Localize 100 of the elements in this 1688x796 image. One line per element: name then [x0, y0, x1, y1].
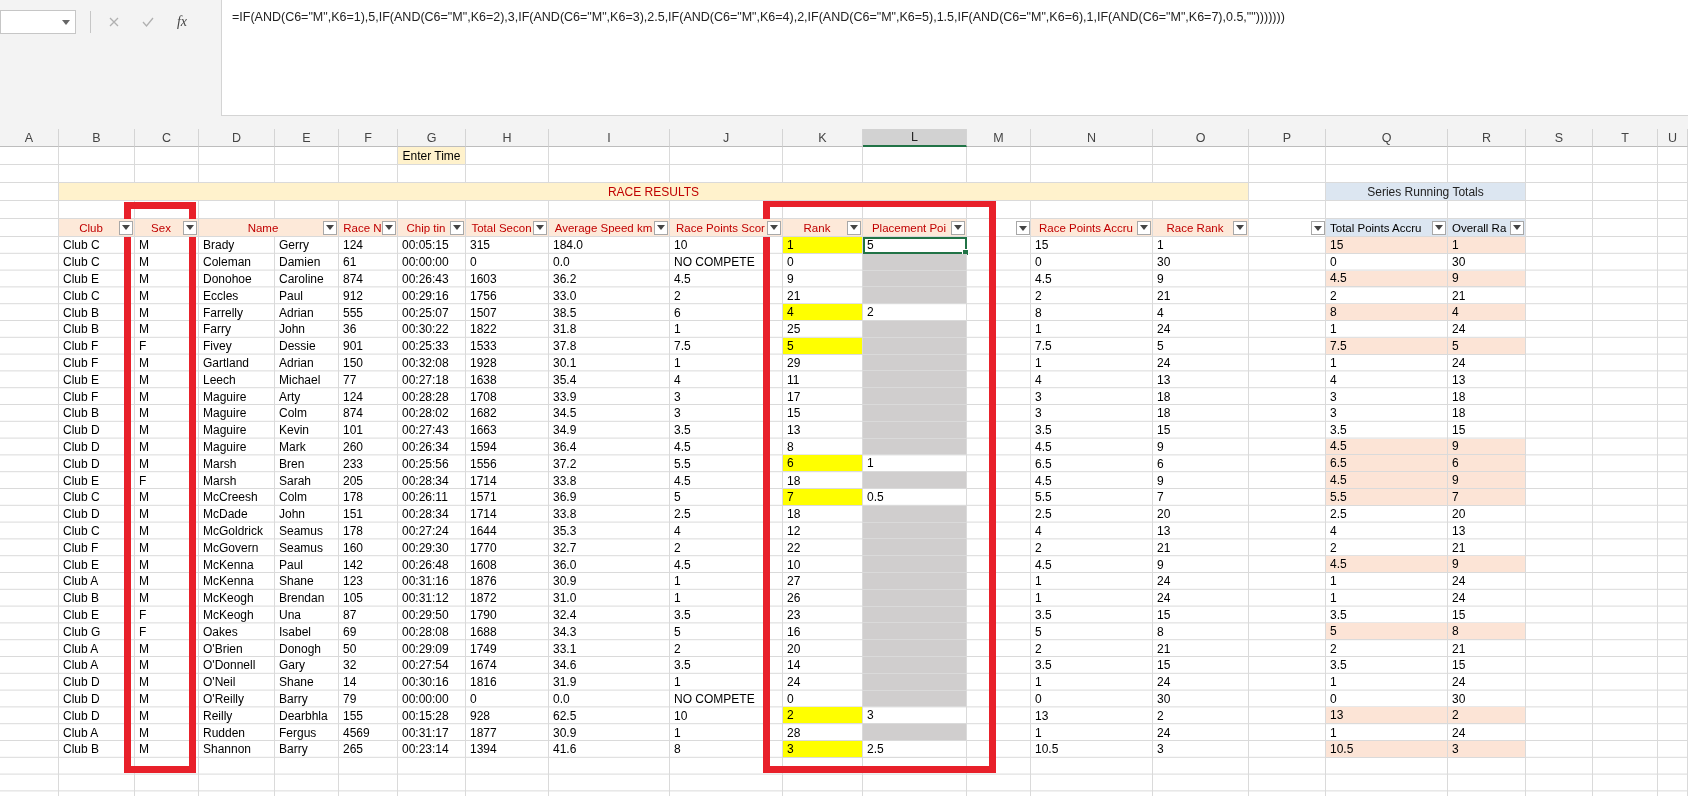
column-title: Race Rank [1165, 221, 1225, 234]
accrued-cell-text: 24 [1156, 573, 1172, 590]
filter-button[interactable] [951, 220, 965, 235]
column-letter[interactable]: C [135, 129, 199, 147]
total-cell: 13 [1326, 707, 1448, 725]
column-letter[interactable]: J [670, 129, 783, 147]
first-name-cell-text: Gerry [278, 237, 310, 254]
accrued-cell-text: 1 [1034, 724, 1043, 741]
column-letter[interactable]: F [339, 129, 398, 147]
filter-button[interactable] [1311, 221, 1325, 235]
club-cell-text: Club A [62, 640, 100, 657]
column-letter[interactable]: H [466, 129, 549, 147]
column-letter[interactable]: S [1526, 129, 1593, 147]
filter-button[interactable] [450, 220, 464, 235]
total-seconds-cell-text: 1876 [469, 573, 498, 590]
first-name-cell-text: Barry [278, 741, 309, 758]
accrued-cell-text: 30 [1156, 254, 1172, 271]
column-letter[interactable]: P [1249, 129, 1326, 147]
column-letter[interactable]: N [1031, 129, 1153, 147]
accrued-cell-text: 9 [1156, 271, 1165, 288]
first-name-cell-text: Arty [278, 388, 302, 405]
filter-button[interactable] [1137, 220, 1151, 235]
sex-cell-text: M [138, 741, 150, 758]
filter-button[interactable] [119, 220, 133, 235]
accrued-cell-text: 18 [1156, 388, 1172, 405]
column-letter[interactable]: O [1153, 129, 1249, 147]
column-letter[interactable]: B [59, 129, 135, 147]
filter-button[interactable] [183, 220, 197, 235]
speed-cell-text: 34.5 [552, 405, 578, 422]
total-cell-text: 2.5 [1329, 506, 1348, 523]
club-cell-text: Club E [62, 472, 101, 489]
filter-button[interactable] [1510, 220, 1524, 235]
total-cell-text: 20 [1451, 506, 1467, 523]
race-points-cell-text: 4 [673, 522, 682, 540]
first-name-cell-text: Caroline [278, 271, 325, 288]
total-seconds-cell-text: 1816 [469, 674, 498, 691]
speed-cell-text: 184.0 [552, 237, 585, 254]
total-seconds-cell-text: 1756 [469, 287, 498, 305]
filter-button[interactable] [533, 220, 547, 235]
total-cell-text: 15 [1451, 657, 1467, 674]
total-seconds-cell-text: 1770 [469, 539, 498, 557]
rank-cell-text: 18 [786, 472, 802, 489]
surname-cell-text: McDade [202, 506, 249, 523]
column-letter[interactable]: K [783, 129, 863, 147]
race-points-cell-text: NO COMPETE [673, 254, 756, 271]
total-seconds-cell-text: 1507 [469, 304, 498, 321]
chip-time-cell-text: 00:26:43 [401, 271, 450, 288]
column-letter[interactable]: A [0, 129, 59, 147]
first-name-cell-text: John [278, 321, 307, 338]
sex-cell-text: F [138, 472, 148, 489]
column-letter[interactable]: E [275, 129, 339, 147]
column-letter[interactable]: U [1658, 129, 1688, 147]
total-cell-text: 3.5 [1329, 606, 1348, 624]
column-letter[interactable]: I [549, 129, 670, 147]
filter-button[interactable] [767, 220, 781, 235]
race-number-cell-text: 155 [342, 707, 365, 725]
accrued-cell-text: 1 [1034, 573, 1043, 590]
rank-cell-text: 20 [786, 640, 802, 657]
race-number-cell-text: 160 [342, 539, 365, 557]
column-letter[interactable]: G [398, 129, 466, 147]
filter-button[interactable] [847, 220, 861, 235]
first-name-cell-text: Mark [278, 438, 307, 456]
total-seconds-cell-text: 1556 [469, 455, 498, 473]
formula-field[interactable]: =IF(AND(C6="M",K6=1),5,IF(AND(C6="M",K6=2),3,IF(AND(C6="M",K6=3),2.5,IF(AND(C6="M",K6=4),2,IF(AND(C6="M",K6=5),1.5,IF(AND(C6="M",K6=6),1,IF(AND(C6="M",K6=7),0.5,""))))))) [221, 0, 1688, 116]
accrued-cell-text: 4 [1034, 522, 1043, 540]
filter-button[interactable] [382, 220, 396, 235]
filter-button[interactable] [1016, 221, 1030, 235]
accrued-cell-text: 5 [1156, 338, 1165, 355]
column-letter[interactable]: R [1448, 129, 1526, 147]
first-name-cell-text: Bren [278, 455, 306, 473]
column-letter[interactable]: T [1593, 129, 1658, 147]
column-title: Total Secon [470, 221, 533, 234]
filter-button[interactable] [323, 220, 337, 235]
filter-button[interactable] [654, 220, 668, 235]
insert-function-button[interactable]: fx [171, 10, 193, 34]
chip-time-cell-text: 00:31:16 [401, 573, 450, 590]
first-name-cell-text: John [278, 506, 307, 523]
accrued-cell-text: 8 [1034, 304, 1043, 321]
accrued-cell-text: 21 [1156, 287, 1172, 305]
speed-cell-text: 34.3 [552, 623, 578, 641]
column-letter[interactable]: M [967, 129, 1031, 147]
filter-button[interactable] [1432, 220, 1446, 235]
club-cell-text: Club C [62, 287, 101, 305]
surname-cell-text: Fivey [202, 338, 233, 355]
surname-cell-text: Marsh [202, 472, 238, 489]
rank-cell: 1 [783, 237, 863, 254]
rank-cell-text: 28 [786, 724, 802, 741]
column-letter[interactable]: L [863, 129, 967, 147]
total-cell-text: 24 [1451, 354, 1467, 372]
race-points-cell-text: 4 [673, 371, 682, 389]
total-cell-text: 3 [1329, 388, 1338, 405]
filter-button[interactable] [1233, 220, 1247, 235]
sex-cell-text: M [138, 371, 150, 389]
column-letter[interactable]: Q [1326, 129, 1448, 147]
chip-time-cell-text: 00:26:48 [401, 556, 450, 573]
race-number-cell-text: 50 [342, 640, 358, 657]
column-letter[interactable]: D [199, 129, 275, 147]
first-name-cell-text: Shane [278, 674, 315, 691]
total-seconds-cell-text: 1608 [469, 556, 498, 573]
column-title: Race N [343, 221, 382, 234]
